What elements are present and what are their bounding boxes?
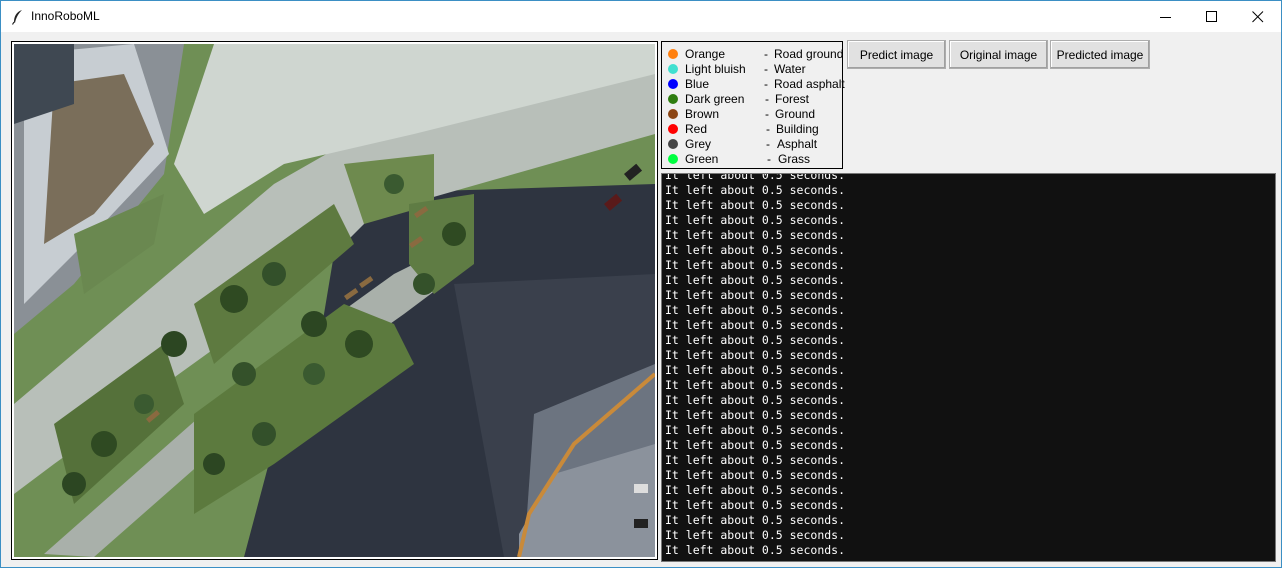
console-line: It left about 0.5 seconds. (665, 243, 846, 257)
app-window: InnoRoboML Orange - Road ground Light bl… (0, 0, 1282, 568)
legend-separator: - (766, 122, 770, 136)
console-line: It left about 0.5 seconds. (665, 258, 846, 272)
class-legend: Orange - Road ground Light bluish - Water Blue… (661, 41, 845, 169)
legend-color-name: Red (685, 122, 708, 136)
console-line: It left about 0.5 seconds. (665, 318, 846, 332)
console-line: It left about 0.5 seconds. (665, 213, 846, 227)
console-line: It left about 0.5 seconds. (665, 228, 846, 242)
legend-color-name: Brown (685, 107, 720, 121)
color-swatch-icon (668, 49, 678, 59)
legend-color-name: Light bluish (685, 62, 746, 76)
console-line: It left about 0.5 seconds. (665, 348, 846, 362)
legend-color-name: Blue (685, 77, 710, 91)
legend-class-name: Road asphalt (774, 77, 845, 91)
console-line: It left about 0.5 seconds. (665, 513, 846, 527)
minimize-icon (1160, 17, 1171, 18)
minimize-button[interactable] (1143, 1, 1189, 32)
console-line: It left about 0.5 seconds. (665, 288, 846, 302)
console-line: It left about 0.5 seconds. (665, 423, 846, 437)
legend-color-name: Dark green (685, 92, 745, 106)
console-line: It left about 0.5 seconds. (665, 173, 846, 182)
color-swatch-icon (668, 139, 678, 149)
feather-icon (11, 9, 25, 25)
legend-separator: - (766, 137, 770, 151)
console-line: It left about 0.5 seconds. (665, 198, 846, 212)
legend-color-name: Grey (685, 137, 712, 151)
maximize-button[interactable] (1189, 1, 1235, 32)
color-swatch-icon (668, 124, 678, 134)
console-line: It left about 0.5 seconds. (665, 363, 846, 377)
color-swatch-icon (668, 94, 678, 104)
legend-separator: - (764, 62, 768, 76)
legend-class-name: Asphalt (777, 137, 818, 151)
console-line: It left about 0.5 seconds. (665, 333, 846, 347)
console-line: It left about 0.5 seconds. (665, 393, 846, 407)
color-swatch-icon (668, 64, 678, 74)
color-swatch-icon (668, 79, 678, 89)
legend-class-name: Forest (775, 92, 810, 106)
original-image-button[interactable]: Original image (949, 40, 1048, 69)
legend-class-name: Building (776, 122, 819, 136)
console-line: It left about 0.5 seconds. (665, 438, 846, 452)
console-line: It left about 0.5 seconds. (665, 453, 846, 467)
console-line: It left about 0.5 seconds. (665, 468, 846, 482)
legend-class-name: Ground (775, 107, 816, 121)
color-swatch-icon (668, 109, 678, 119)
legend-separator: - (765, 92, 769, 106)
console-line: It left about 0.5 seconds. (665, 408, 846, 422)
console-line: It left about 0.5 seconds. (665, 528, 846, 542)
legend-separator: - (765, 107, 769, 121)
close-button[interactable] (1235, 1, 1281, 32)
console-line: It left about 0.5 seconds. (665, 543, 846, 557)
legend-class-name: Water (774, 62, 806, 76)
predict-image-button[interactable]: Predict image (847, 40, 946, 69)
legend-class-name: Grass (778, 152, 811, 166)
console-line: It left about 0.5 seconds. (665, 273, 846, 287)
color-swatch-icon (668, 154, 678, 164)
console-lines: It left about 0.5 seconds. It left about … (665, 173, 846, 558)
legend-separator: - (764, 47, 768, 61)
title-bar[interactable]: InnoRoboML (1, 1, 1281, 32)
console-output[interactable]: It left about 0.5 seconds. It left about … (661, 173, 1276, 562)
window-title: InnoRoboML (31, 9, 100, 23)
legend-color-name: Orange (685, 47, 726, 61)
console-line: It left about 0.5 seconds. (665, 378, 846, 392)
aerial-photo (14, 44, 655, 557)
legend-separator: - (764, 77, 768, 91)
predicted-image-button[interactable]: Predicted image (1050, 40, 1150, 69)
image-canvas[interactable] (11, 41, 658, 560)
console-line: It left about 0.5 seconds. (665, 483, 846, 497)
legend-class-name: Road ground (774, 47, 844, 61)
console-line: It left about 0.5 seconds. (665, 303, 846, 317)
console-line: It left about 0.5 seconds. (665, 183, 846, 197)
legend-separator: - (767, 152, 771, 166)
legend-color-name: Green (685, 152, 719, 166)
maximize-icon (1206, 11, 1217, 22)
close-icon (1252, 11, 1264, 23)
console-line: It left about 0.5 seconds. (665, 498, 846, 512)
